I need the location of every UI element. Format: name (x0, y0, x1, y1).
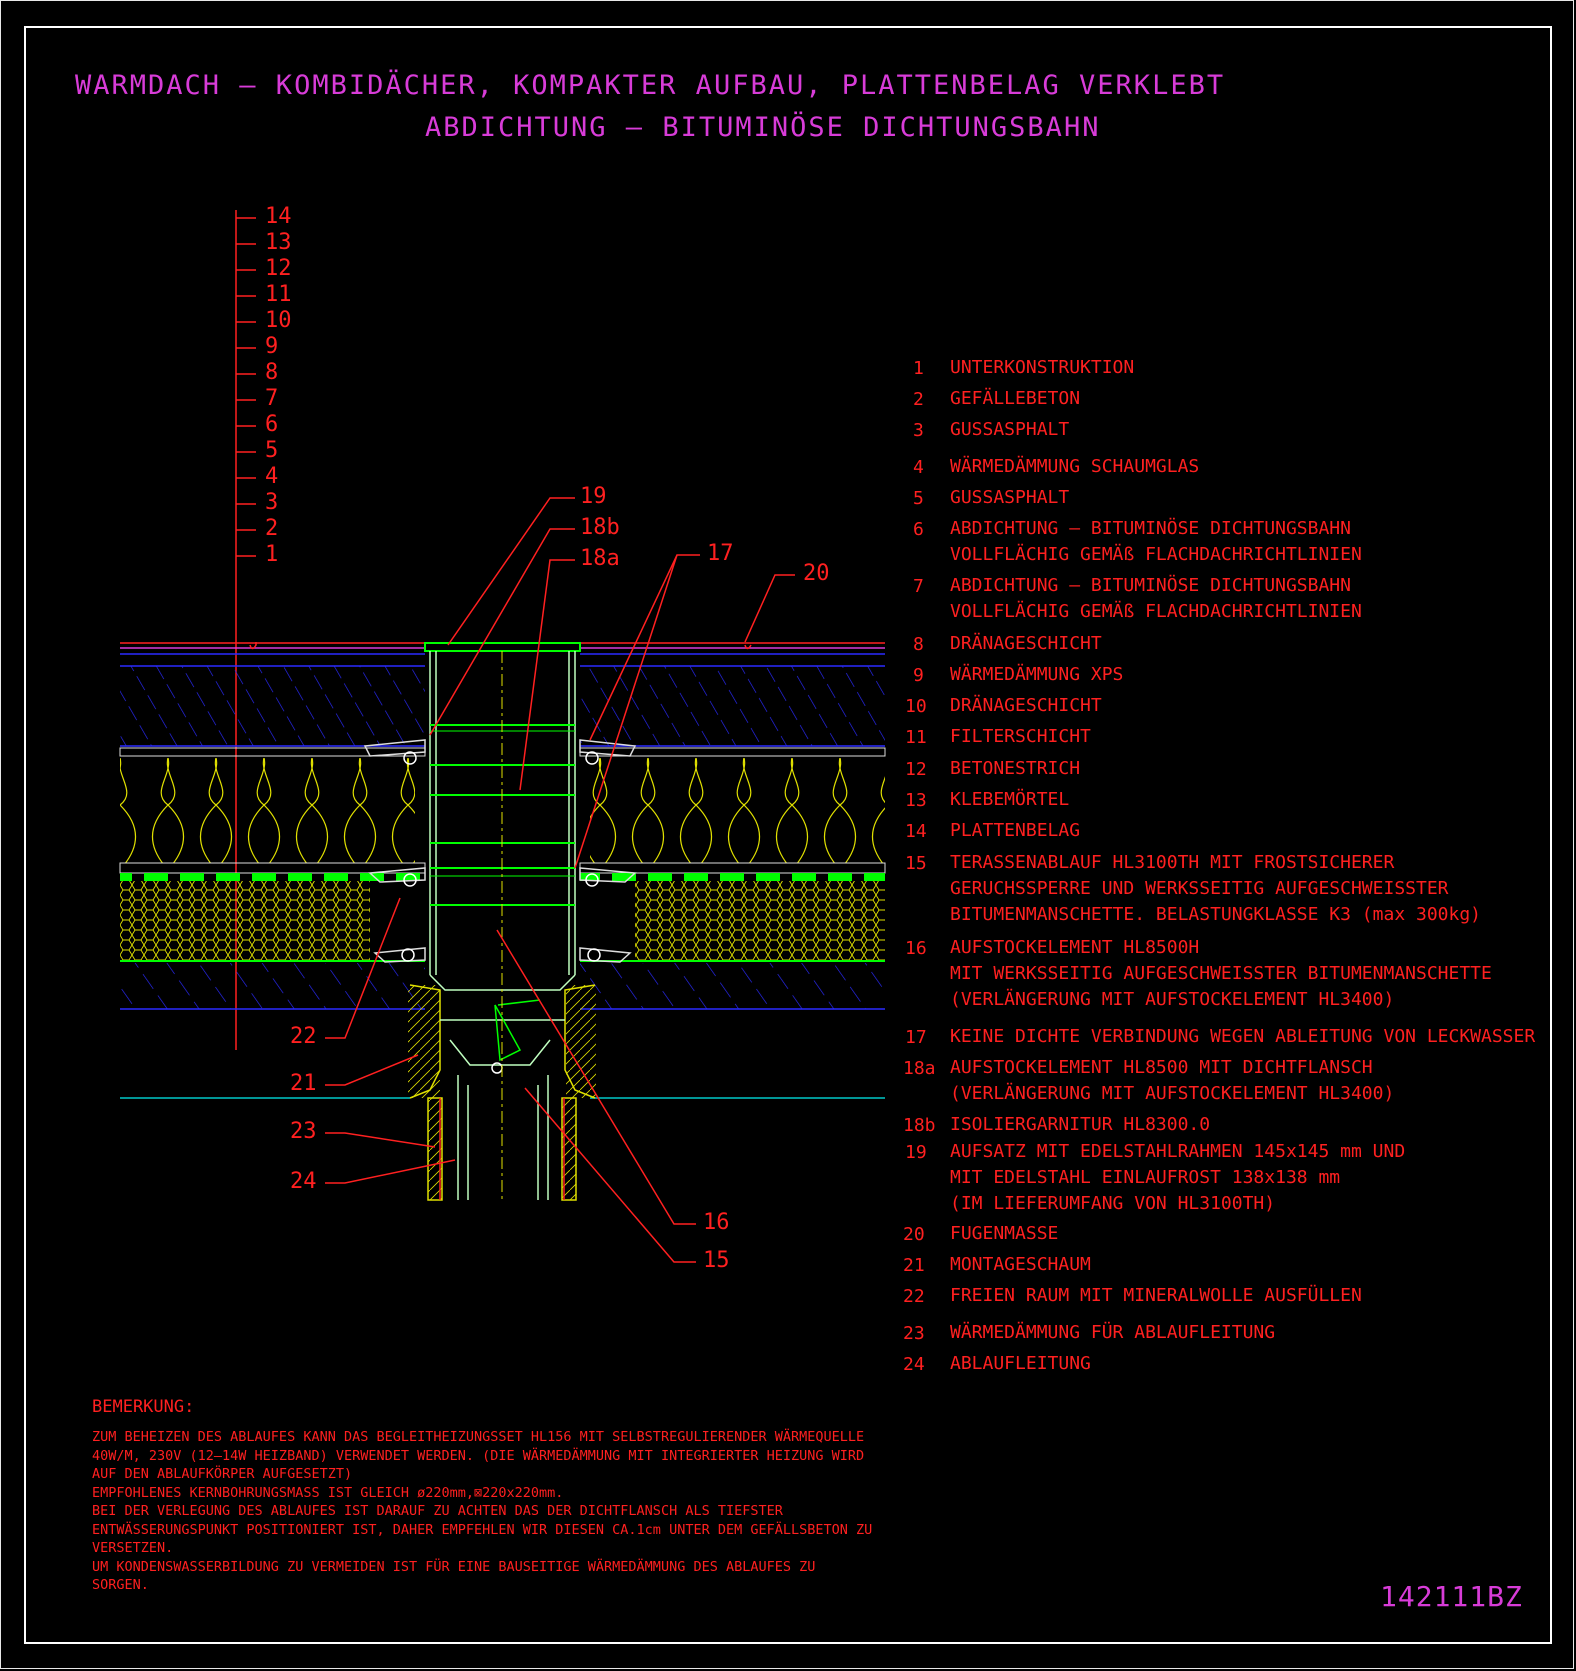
scale-label-6: 6 (265, 412, 279, 437)
legend-num: 6 (913, 519, 924, 540)
legend-text: WÄRMEDÄMMUNG XPS (950, 664, 1124, 685)
legend-num: 18b (903, 1115, 936, 1136)
legend-num: 19 (905, 1142, 927, 1163)
legend-text: FILTERSCHICHT (950, 726, 1091, 747)
legend-text: AUFSTOCKELEMENT HL8500H MIT WERKSSEITIG … (950, 937, 1492, 1010)
legend-num: 20 (903, 1224, 925, 1245)
legend-num: 1 (913, 358, 924, 379)
callout-22: 22 (290, 1024, 317, 1049)
remark-line: UM KONDENSWASSERBILDUNG ZU VERMEIDEN IST… (92, 1558, 816, 1575)
scale-label-5: 5 (265, 438, 279, 463)
title-line-2: ABDICHTUNG – BITUMINÖSE DICHTUNGSBAHN (425, 112, 1101, 143)
legend-text: WÄRMEDÄMMUNG FÜR ABLAUFLEITUNG (950, 1322, 1276, 1343)
title-line-1: WARMDACH – KOMBIDÄCHER, KOMPAKTER AUFBAU… (75, 70, 1226, 101)
legend-num: 12 (905, 759, 927, 780)
scale-label-13: 13 (265, 230, 292, 255)
legend-text: UNTERKONSTRUKTION (950, 357, 1135, 378)
remark-line: SORGEN. (92, 1577, 149, 1593)
legend-num: 23 (903, 1323, 925, 1344)
legend-text: WÄRMEDÄMMUNG SCHAUMGLAS (950, 456, 1200, 477)
callout-18a: 18a (580, 546, 620, 571)
remark-line: VERSETZEN. (92, 1540, 174, 1556)
legend-text: FREIEN RAUM MIT MINERALWOLLE AUSFÜLLEN (950, 1285, 1362, 1306)
scale-label-8: 8 (265, 360, 279, 385)
callout-16: 16 (703, 1210, 730, 1235)
legend-text: DRÄNAGESCHICHT (950, 633, 1102, 654)
scale-label-14: 14 (265, 204, 292, 229)
scale-label-3: 3 (265, 490, 279, 515)
callout-23: 23 (290, 1119, 317, 1144)
legend-text: FUGENMASSE (950, 1223, 1059, 1244)
callout-24: 24 (290, 1169, 317, 1194)
legend-num: 3 (913, 420, 924, 441)
legend-text: ABLAUFLEITUNG (950, 1353, 1091, 1374)
legend-num: 9 (913, 665, 924, 686)
callout-21: 21 (290, 1071, 317, 1096)
remark-line: ENTWÄSSERUNGSPUNKT POSITIONIERT IST, DAH… (92, 1521, 873, 1538)
legend-num: 13 (905, 790, 927, 811)
scale-label-2: 2 (265, 516, 279, 541)
legend-text: PLATTENBELAG (950, 820, 1081, 841)
legend-num: 2 (913, 389, 924, 410)
legend-num: 14 (905, 821, 927, 842)
legend-num: 8 (913, 634, 924, 655)
remark-line: AUF DEN ABLAUFKÖRPER AUFGESETZT) (92, 1466, 353, 1482)
legend-num: 22 (903, 1286, 925, 1307)
legend-num: 24 (903, 1354, 925, 1375)
legend-text: GUSSASPHALT (950, 487, 1070, 508)
callout-15: 15 (703, 1248, 730, 1273)
scale-label-12: 12 (265, 256, 292, 281)
legend-num: 5 (913, 488, 924, 509)
legend-text: AUFSATZ MIT EDELSTAHLRAHMEN 145x145 mm U… (950, 1141, 1406, 1214)
legend-num: 11 (905, 727, 927, 748)
legend-num: 15 (905, 853, 927, 874)
scale-label-7: 7 (265, 386, 279, 411)
legend-text: ABDICHTUNG – BITUMINÖSE DICHTUNGSBAHN VO… (950, 575, 1362, 622)
scale-label-10: 10 (265, 308, 292, 333)
legend-text: GEFÄLLEBETON (950, 388, 1081, 409)
legend-text: GUSSASPHALT (950, 419, 1070, 440)
callout-17: 17 (707, 541, 734, 566)
legend-text: ISOLIERGARNITUR HL8300.0 (950, 1114, 1211, 1135)
legend-num: 7 (913, 576, 924, 597)
legend-text: DRÄNAGESCHICHT (950, 695, 1102, 716)
callout-18b: 18b (580, 515, 620, 540)
legend-text: AUFSTOCKELEMENT HL8500 MIT DICHTFLANSCH … (950, 1057, 1395, 1104)
scale-label-11: 11 (265, 282, 292, 307)
remark-line: ZUM BEHEIZEN DES ABLAUFES KANN DAS BEGLE… (92, 1429, 865, 1445)
scale-label-4: 4 (265, 464, 279, 489)
remark-text: ZUM BEHEIZEN DES ABLAUFES KANN DAS BEGLE… (92, 1428, 932, 1595)
legend-text: KLEBEMÖRTEL (950, 789, 1070, 810)
legend-num: 17 (905, 1027, 927, 1048)
scale-label-1: 1 (265, 542, 279, 567)
drawing-number: 142111BZ (1380, 1580, 1523, 1613)
remark-line: BEI DER VERLEGUNG DES ABLAUFES IST DARAU… (92, 1503, 783, 1519)
remark-line: EMPFOHLENES KERNBOHRUNGSMASS IST GLEICH … (92, 1484, 564, 1501)
remark-heading: BEMERKUNG: (92, 1397, 195, 1417)
legend-text: BETONESTRICH (950, 758, 1081, 779)
legend-num: 21 (903, 1255, 925, 1276)
scale-label-9: 9 (265, 334, 279, 359)
legend-text: ABDICHTUNG – BITUMINÖSE DICHTUNGSBAHN VO… (950, 518, 1362, 565)
legend-num: 10 (905, 696, 927, 717)
legend-text: MONTAGESCHAUM (950, 1254, 1091, 1275)
legend-text: KEINE DICHTE VERBINDUNG WEGEN ABLEITUNG … (950, 1026, 1536, 1047)
callout-19: 19 (580, 484, 607, 509)
section-drawing (119, 210, 886, 1263)
callout-20: 20 (803, 561, 830, 586)
legend-num: 4 (913, 457, 924, 478)
remark-line: 40W/M, 230V (12–14W HEIZBAND) VERWENDET … (92, 1447, 865, 1464)
legend-num: 16 (905, 938, 927, 959)
legend-text: TERASSENABLAUF HL3100TH MIT FROSTSICHERE… (950, 852, 1482, 925)
legend-num: 18a (903, 1058, 936, 1079)
